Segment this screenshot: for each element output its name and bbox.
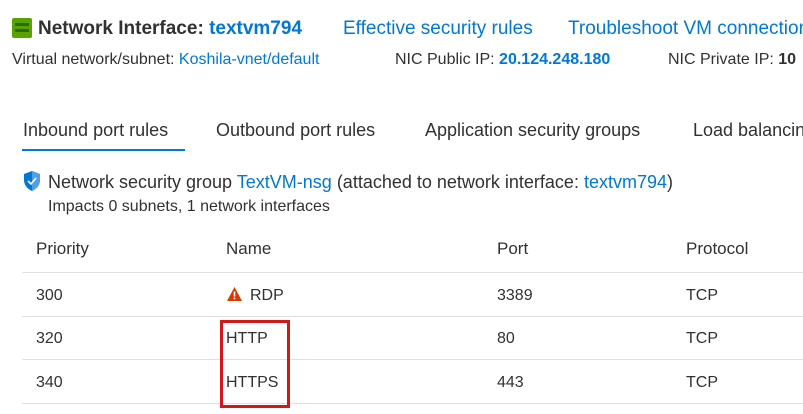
nsg-prefix: Network security group: [48, 172, 233, 192]
active-tab-indicator: [22, 149, 185, 151]
nic-name-link[interactable]: textvm794: [209, 18, 302, 39]
nsg-attached-suffix: ): [667, 172, 674, 192]
row-priority: 320: [36, 330, 63, 347]
nsg-impacts: Impacts 0 subnets, 1 network interfaces: [48, 198, 330, 215]
vnet-label: Virtual network/subnet:: [12, 51, 175, 68]
row-priority: 340: [36, 374, 63, 391]
row-name-link[interactable]: RDP: [250, 286, 284, 306]
row-port: 3389: [497, 287, 533, 304]
tab-application-security-groups[interactable]: Application security groups: [425, 118, 640, 142]
row-protocol: TCP: [686, 287, 718, 304]
tab-load-balancing[interactable]: Load balancing: [693, 118, 803, 142]
nsg-name-link[interactable]: TextVM-nsg: [237, 172, 332, 192]
column-header-protocol[interactable]: Protocol: [686, 238, 748, 260]
public-ip-label: NIC Public IP:: [395, 51, 495, 68]
network-interface-icon: [12, 18, 32, 38]
private-ip-info: NIC Private IP: 10: [668, 50, 796, 70]
table-divider: [22, 316, 803, 317]
nsg-description: Network security group TextVM-nsg (attac…: [48, 171, 673, 193]
highlight-annotation-box: [220, 320, 290, 408]
row-port: 80: [497, 330, 515, 347]
effective-security-rules-link[interactable]: Effective security rules: [343, 17, 533, 41]
public-ip-info: NIC Public IP: 20.124.248.180: [395, 50, 610, 70]
table-divider: [22, 359, 803, 360]
row-protocol: TCP: [686, 330, 718, 347]
row-port: 443: [497, 374, 524, 391]
title-label: Network Interface:: [38, 18, 204, 39]
row-priority: 300: [36, 287, 63, 304]
shield-icon: [24, 171, 40, 191]
private-ip-value: 10: [778, 51, 797, 68]
nsg-attached-prefix: (attached to network interface:: [336, 172, 579, 192]
column-header-name[interactable]: Name: [226, 238, 271, 260]
vnet-subnet-link[interactable]: Koshila-vnet/default: [179, 51, 320, 68]
table-divider: [22, 272, 803, 273]
private-ip-label: NIC Private IP:: [668, 51, 774, 68]
tab-inbound-port-rules[interactable]: Inbound port rules: [23, 118, 168, 142]
vnet-subnet-info: Virtual network/subnet: Koshila-vnet/def…: [12, 50, 319, 70]
public-ip-link[interactable]: 20.124.248.180: [499, 51, 610, 68]
table-divider: [22, 403, 803, 404]
page-title: Network Interface: textvm794: [38, 17, 302, 41]
column-header-priority[interactable]: Priority: [36, 238, 89, 260]
tab-outbound-port-rules[interactable]: Outbound port rules: [216, 118, 375, 142]
attached-nic-link[interactable]: textvm794: [584, 172, 667, 192]
warning-icon: [227, 287, 242, 301]
row-protocol: TCP: [686, 374, 718, 391]
column-header-port[interactable]: Port: [497, 238, 528, 260]
troubleshoot-vm-connection-link[interactable]: Troubleshoot VM connection: [568, 17, 803, 41]
